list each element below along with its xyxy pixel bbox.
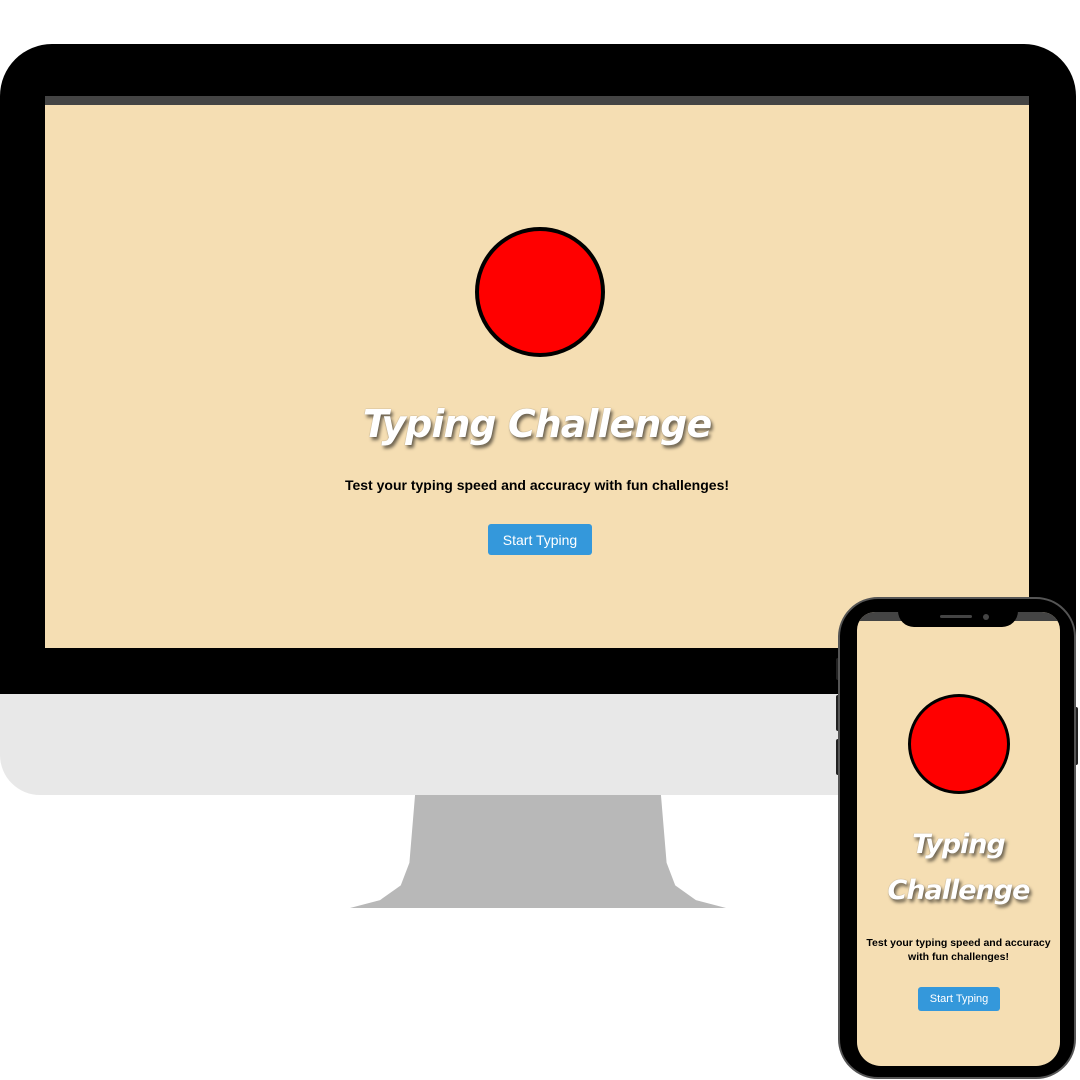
red-circle-logo [475,227,605,357]
phone-screen: Typing Challenge Test your typing speed a… [857,612,1060,1066]
start-typing-button[interactable]: Start Typing [488,524,592,555]
page-title-line2: Challenge [887,875,1031,906]
page-title-line1: Typing [912,829,1006,860]
speaker-icon [940,615,972,618]
desktop-screen: Typing Challenge Test your typing speed … [45,96,1029,648]
red-circle-logo [908,694,1010,794]
page-description: Test your typing speed and accuracy with… [866,937,1051,963]
page-title: Typing Challenge [362,402,713,446]
page-title: Typing Challenge [857,822,1060,914]
monitor-stand [350,795,726,908]
camera-icon [983,614,989,620]
page-description: Test your typing speed and accuracy with… [344,477,730,493]
top-strip [45,96,1029,105]
start-typing-button[interactable]: Start Typing [918,987,1000,1011]
